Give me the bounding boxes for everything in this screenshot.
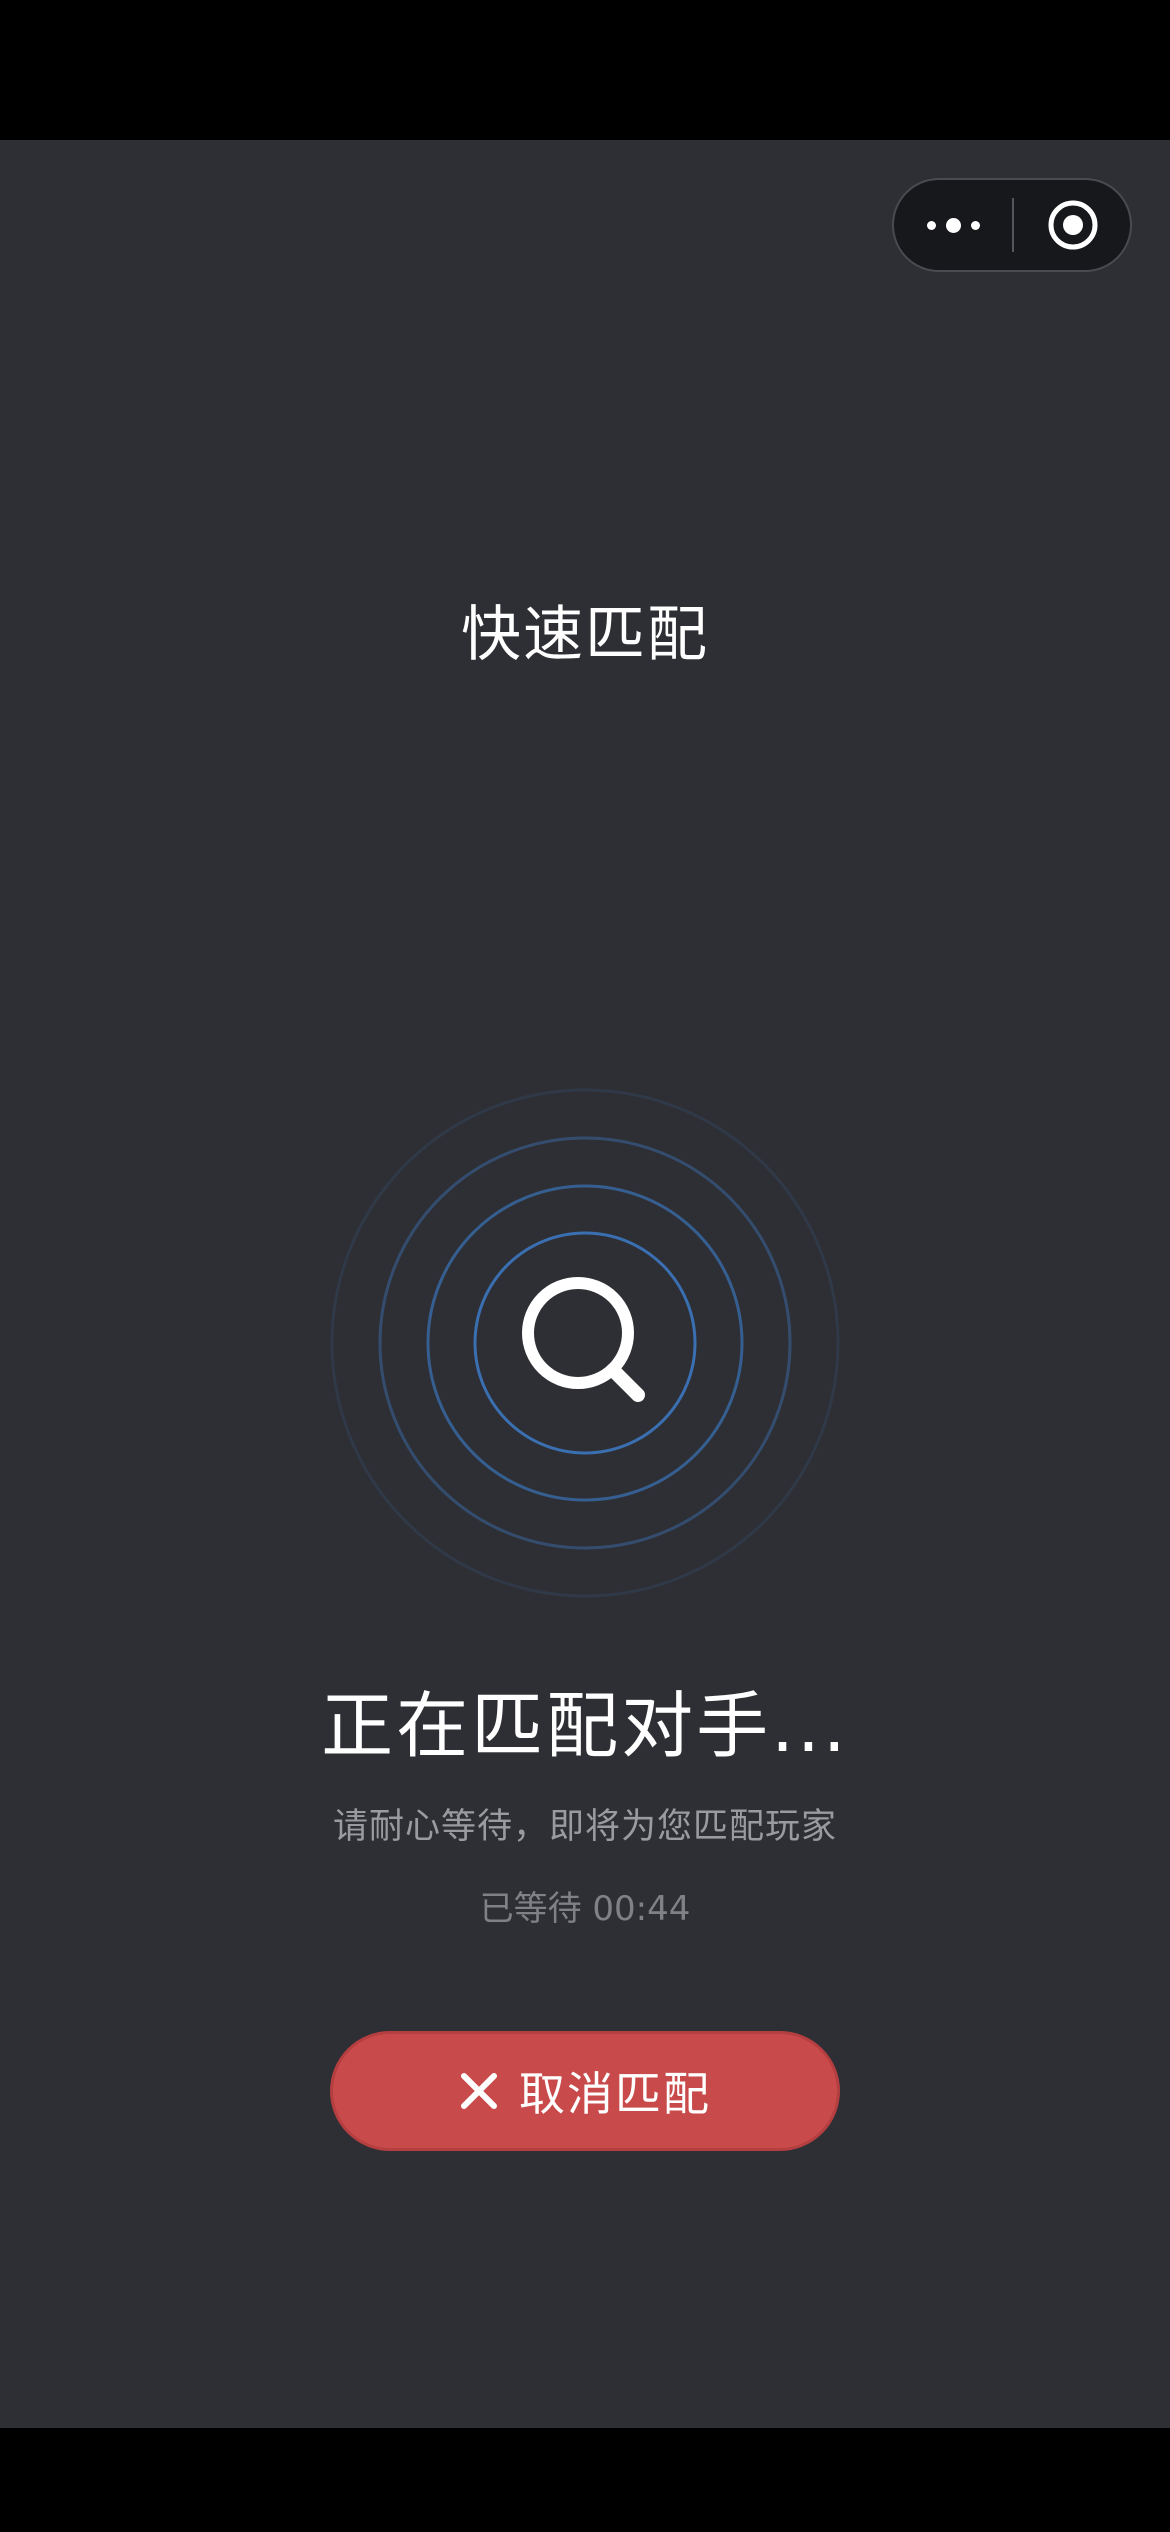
cancel-matching-button[interactable]: 取消匹配 <box>330 2031 840 2151</box>
matching-status-title: 正在匹配对手... <box>321 1684 849 1768</box>
close-target-icon <box>1048 200 1098 250</box>
app-page: 快速匹配 正在匹配对手... 请耐心等待，即将为您匹配玩家 已等待 00:44 … <box>0 140 1170 2428</box>
cancel-matching-label: 取消匹配 <box>519 2067 711 2121</box>
search-icon <box>522 1277 645 1402</box>
more-dots-icon <box>926 220 936 230</box>
matching-status-subtitle: 请耐心等待，即将为您匹配玩家 <box>332 1807 837 1847</box>
more-dots-icon <box>945 217 961 233</box>
more-button[interactable] <box>894 180 1012 270</box>
wait-timer: 已等待 00:44 <box>479 1889 691 1929</box>
radar-ring <box>378 1136 792 1550</box>
close-icon <box>461 2073 497 2109</box>
close-mini-program-button[interactable] <box>1014 180 1132 270</box>
screen: 快速匹配 正在匹配对手... 请耐心等待，即将为您匹配玩家 已等待 00:44 … <box>0 0 1170 2532</box>
radar-ring <box>473 1231 697 1455</box>
matching-radar <box>330 1088 840 1598</box>
page-title: 快速匹配 <box>461 600 709 670</box>
mini-program-capsule <box>892 178 1132 272</box>
more-dots-icon <box>970 220 980 230</box>
radar-ring <box>330 1088 840 1598</box>
